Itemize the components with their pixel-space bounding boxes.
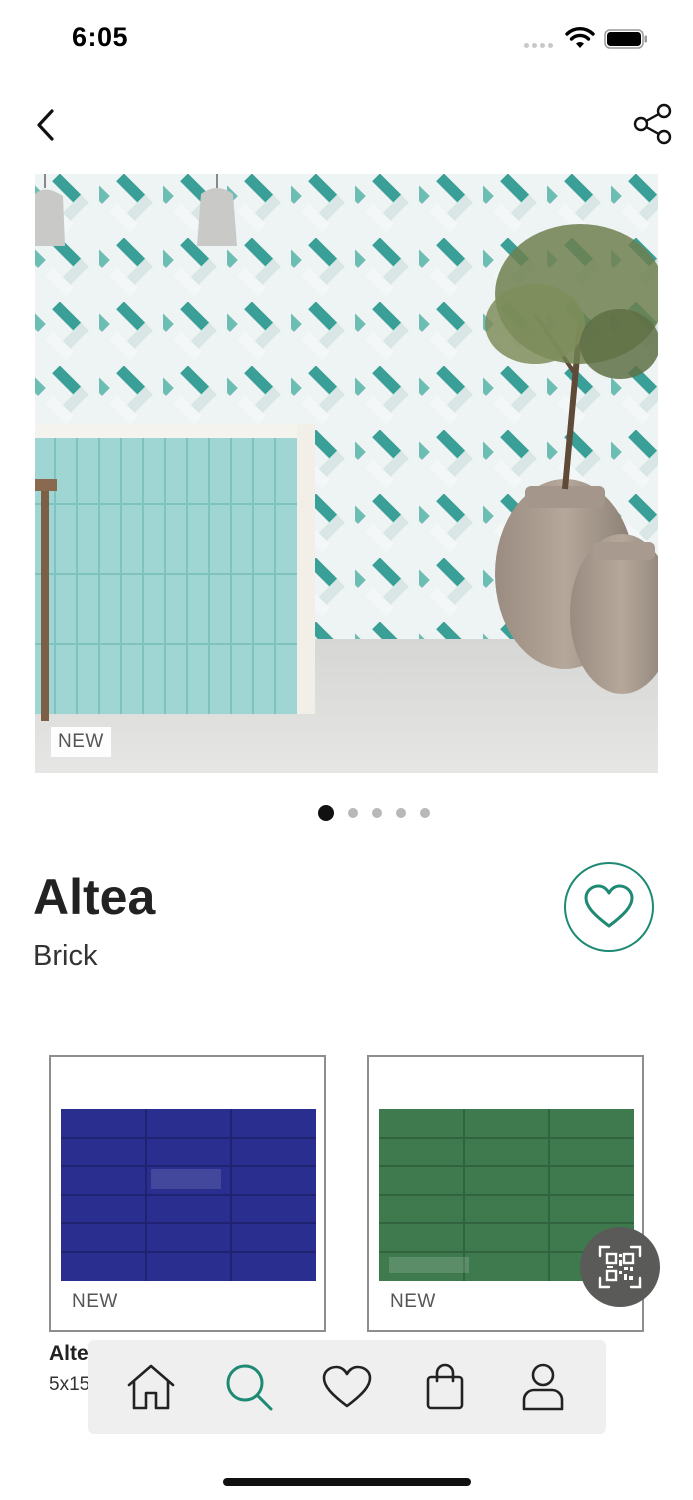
tab-bag[interactable] bbox=[415, 1357, 475, 1417]
search-icon bbox=[226, 1364, 273, 1411]
tab-home[interactable] bbox=[121, 1357, 181, 1417]
variant-size: 5x15 bbox=[49, 1374, 91, 1395]
tab-favorites[interactable] bbox=[317, 1357, 377, 1417]
pagination-dot[interactable] bbox=[371, 808, 382, 818]
heart-icon bbox=[322, 1365, 372, 1408]
status-bar: 6:05 bbox=[0, 0, 693, 80]
status-time: 6:05 bbox=[72, 22, 129, 52]
hero-scene-illustration bbox=[35, 174, 658, 773]
chevron-left-icon bbox=[37, 109, 54, 141]
new-badge: NEW bbox=[51, 727, 111, 757]
variant-card[interactable]: NEW bbox=[49, 1055, 326, 1332]
home-icon bbox=[127, 1364, 175, 1410]
pagination-dot[interactable] bbox=[419, 808, 430, 818]
variant-tile-swatch bbox=[61, 1109, 316, 1281]
share-icon bbox=[633, 103, 672, 145]
pagination-dot[interactable] bbox=[395, 808, 406, 818]
qr-code-icon bbox=[598, 1245, 642, 1289]
new-badge: NEW bbox=[390, 1291, 436, 1312]
wifi-icon bbox=[565, 27, 595, 48]
qr-scan-button[interactable] bbox=[580, 1227, 660, 1307]
user-icon bbox=[522, 1363, 564, 1411]
share-button[interactable] bbox=[632, 102, 674, 146]
tab-profile[interactable] bbox=[513, 1357, 573, 1417]
pagination-dot[interactable] bbox=[317, 805, 334, 821]
product-hero-image[interactable]: NEW bbox=[35, 174, 658, 773]
tab-search[interactable] bbox=[219, 1357, 279, 1417]
product-subtitle: Brick bbox=[33, 940, 98, 972]
image-pagination[interactable] bbox=[0, 805, 693, 821]
heart-outline-icon bbox=[584, 884, 634, 928]
cellular-signal-icon bbox=[524, 43, 553, 48]
back-button[interactable] bbox=[30, 104, 66, 146]
tab-bar bbox=[88, 1340, 606, 1434]
shopping-bag-icon bbox=[426, 1363, 464, 1410]
pagination-dot[interactable] bbox=[347, 808, 358, 818]
favorite-button[interactable] bbox=[564, 862, 654, 952]
battery-icon bbox=[604, 29, 647, 49]
variant-name: Alte bbox=[49, 1342, 89, 1365]
home-indicator bbox=[223, 1478, 471, 1486]
new-badge: NEW bbox=[72, 1291, 118, 1312]
product-title: Altea bbox=[33, 869, 156, 925]
